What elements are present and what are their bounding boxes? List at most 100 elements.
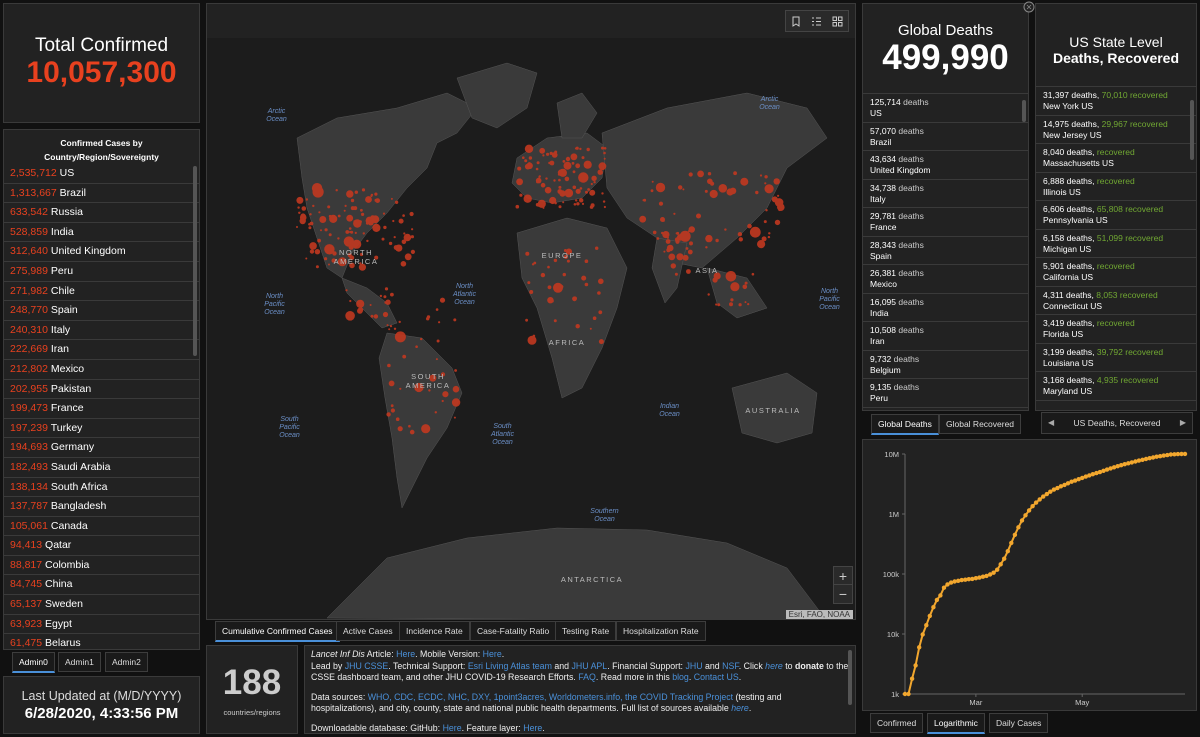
case-marker[interactable] — [542, 154, 545, 157]
case-marker[interactable] — [397, 426, 403, 432]
data-point[interactable] — [1012, 532, 1018, 537]
case-marker[interactable] — [544, 186, 552, 194]
case-marker[interactable] — [718, 184, 728, 193]
case-marker[interactable] — [586, 147, 590, 152]
case-marker[interactable] — [324, 228, 328, 232]
basemap-gallery-icon[interactable] — [832, 16, 843, 27]
list-item[interactable]: 43,634 deaths United Kingdom — [863, 151, 1028, 180]
case-marker[interactable] — [386, 324, 389, 327]
case-marker[interactable] — [571, 155, 574, 158]
data-point[interactable] — [938, 593, 943, 598]
case-marker[interactable] — [764, 182, 767, 185]
case-marker[interactable] — [401, 239, 407, 245]
data-point[interactable] — [1037, 497, 1042, 502]
case-marker[interactable] — [764, 175, 768, 179]
data-point[interactable] — [1033, 500, 1039, 505]
case-marker[interactable] — [527, 335, 537, 345]
case-marker[interactable] — [676, 231, 680, 235]
country-list-scrollbar[interactable] — [193, 166, 197, 356]
case-marker[interactable] — [395, 417, 400, 422]
case-marker[interactable] — [517, 166, 522, 171]
case-marker[interactable] — [345, 289, 348, 292]
case-marker[interactable] — [392, 219, 395, 223]
case-marker[interactable] — [554, 202, 557, 205]
case-marker[interactable] — [343, 209, 346, 212]
case-marker[interactable] — [559, 284, 564, 289]
case-marker[interactable] — [740, 177, 749, 186]
case-marker[interactable] — [383, 225, 387, 230]
list-item[interactable]: 138,134 South Africa — [4, 478, 199, 498]
case-marker[interactable] — [319, 216, 327, 223]
case-marker[interactable] — [674, 272, 678, 276]
case-marker[interactable] — [590, 203, 595, 208]
list-item[interactable]: 275,989 Peru — [4, 262, 199, 282]
case-marker[interactable] — [557, 189, 563, 194]
case-marker[interactable] — [398, 218, 404, 224]
case-marker[interactable] — [327, 205, 331, 209]
case-marker[interactable] — [398, 320, 401, 324]
list-item[interactable]: 199,473 France — [4, 399, 199, 419]
case-marker[interactable] — [320, 229, 322, 232]
case-marker[interactable] — [729, 302, 733, 307]
case-marker[interactable] — [382, 311, 389, 318]
tab-admin2[interactable]: Admin2 — [105, 652, 148, 672]
bookmark-icon[interactable] — [791, 16, 801, 27]
mobile-link[interactable]: Here — [483, 649, 502, 659]
case-marker[interactable] — [652, 230, 657, 235]
case-marker[interactable] — [453, 416, 456, 419]
case-marker[interactable] — [565, 156, 571, 162]
case-marker[interactable] — [601, 146, 604, 150]
case-marker[interactable] — [402, 354, 407, 359]
list-item[interactable]: 3,419 deaths, recovered Florida US — [1036, 315, 1196, 344]
case-marker[interactable] — [651, 180, 654, 183]
case-marker[interactable] — [730, 298, 734, 302]
case-marker[interactable] — [366, 239, 369, 243]
case-marker[interactable] — [665, 239, 671, 244]
case-marker[interactable] — [774, 219, 781, 226]
case-marker[interactable] — [434, 411, 437, 414]
list-item[interactable]: 312,640 United Kingdom — [4, 242, 199, 262]
case-marker[interactable] — [535, 177, 542, 184]
case-marker[interactable] — [705, 246, 708, 249]
list-item[interactable]: 57,070 deaths Brazil — [863, 123, 1028, 151]
jhu-apl-link[interactable]: JHU APL — [572, 661, 608, 671]
case-marker[interactable] — [738, 237, 743, 242]
data-point[interactable] — [934, 597, 940, 603]
case-marker[interactable] — [296, 196, 304, 204]
case-marker[interactable] — [400, 261, 407, 267]
case-marker[interactable] — [662, 219, 665, 222]
case-marker[interactable] — [374, 198, 378, 202]
case-marker[interactable] — [362, 232, 365, 235]
case-marker[interactable] — [573, 203, 577, 206]
case-marker[interactable] — [301, 206, 307, 211]
list-item[interactable]: 9,135 deaths Peru — [863, 379, 1028, 408]
case-marker[interactable] — [557, 169, 565, 176]
case-marker[interactable] — [365, 196, 372, 203]
case-marker[interactable] — [747, 223, 752, 229]
case-marker[interactable] — [602, 200, 606, 203]
case-marker[interactable] — [356, 299, 365, 308]
case-marker[interactable] — [768, 232, 771, 235]
case-marker[interactable] — [337, 214, 341, 218]
list-item[interactable]: 5,901 deaths, recovered California US — [1036, 258, 1196, 287]
case-marker[interactable] — [757, 240, 766, 249]
list-item[interactable]: 28,343 deaths Spain — [863, 237, 1028, 265]
case-marker[interactable] — [388, 241, 393, 246]
case-marker[interactable] — [579, 198, 584, 203]
case-marker[interactable] — [540, 182, 546, 188]
confirmed-country-list[interactable]: 2,535,712 US 1,313,667 Brazil 633,542 Russ… — [4, 164, 199, 649]
case-marker[interactable] — [583, 160, 592, 169]
case-marker[interactable] — [668, 253, 676, 261]
data-point[interactable] — [909, 676, 915, 681]
case-marker[interactable] — [379, 294, 383, 298]
case-marker[interactable] — [744, 281, 748, 285]
map-canvas[interactable]: Arctic Ocean Arctic Ocean North Pacific … — [207, 38, 855, 619]
case-marker[interactable] — [404, 253, 412, 261]
case-marker[interactable] — [564, 176, 570, 182]
case-marker[interactable] — [297, 206, 300, 209]
case-marker[interactable] — [360, 208, 363, 212]
case-marker[interactable] — [305, 257, 308, 260]
data-point[interactable] — [913, 663, 918, 668]
case-marker[interactable] — [643, 198, 647, 202]
case-marker[interactable] — [536, 161, 540, 165]
